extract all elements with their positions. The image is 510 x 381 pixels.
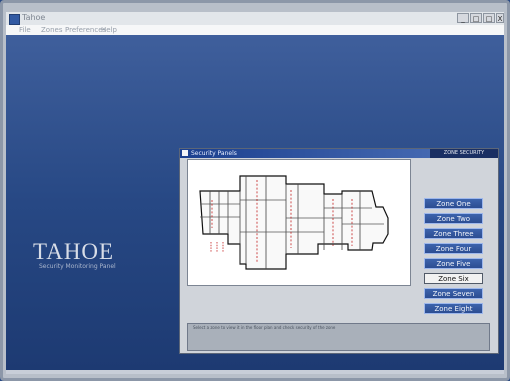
close-button[interactable]: X <box>496 13 504 23</box>
zone-six-button[interactable]: Zone Six <box>424 273 483 284</box>
menu-help[interactable]: Help <box>101 25 117 35</box>
app-icon <box>9 14 20 25</box>
brand-title: TAHOE <box>33 239 115 264</box>
subwindow-badge: ZONE SECURITY <box>430 149 498 158</box>
floorplan-panel <box>187 159 411 286</box>
bottom-strip <box>6 370 504 374</box>
subwindow-icon <box>182 150 188 156</box>
subwindow-title: Security Panels <box>191 150 237 157</box>
status-panel: Select a zone to view it in the floor pl… <box>187 323 490 351</box>
zone-four-button[interactable]: Zone Four <box>424 243 483 254</box>
zone-three-button[interactable]: Zone Three <box>424 228 483 239</box>
window-title: Tahoe <box>22 13 46 22</box>
security-subwindow: Security Panels ZONE SECURITY Zone One Z… <box>179 148 499 354</box>
maximize-button[interactable]: □ <box>470 13 482 23</box>
zone-two-button[interactable]: Zone Two <box>424 213 483 224</box>
zone-eight-button[interactable]: Zone Eight <box>424 303 483 314</box>
desktop-area: TAHOE Security Monitoring Panel Security… <box>6 35 504 371</box>
zone-one-button[interactable]: Zone One <box>424 198 483 209</box>
menu-file[interactable]: File <box>19 25 31 35</box>
minimize-button[interactable]: _ <box>457 13 469 23</box>
title-bar: Tahoe _ □ □ X <box>6 12 504 26</box>
menu-preferences[interactable]: Preferences <box>65 25 106 35</box>
zone-seven-button[interactable]: Zone Seven <box>424 288 483 299</box>
subwindow-title-bar: Security Panels ZONE SECURITY <box>180 149 498 158</box>
zone-five-button[interactable]: Zone Five <box>424 258 483 269</box>
brand-subtitle: Security Monitoring Panel <box>39 263 116 270</box>
menu-zones[interactable]: Zones <box>41 25 62 35</box>
status-message: Select a zone to view it in the floor pl… <box>193 325 336 330</box>
floorplan-drawing <box>189 161 409 284</box>
restore-button[interactable]: □ <box>483 13 495 23</box>
